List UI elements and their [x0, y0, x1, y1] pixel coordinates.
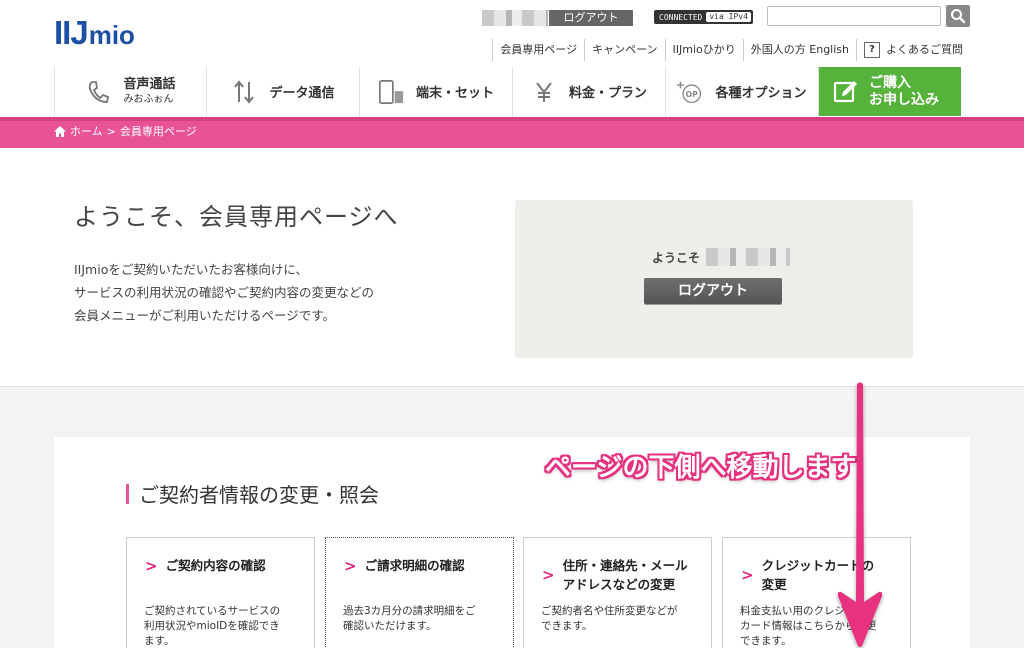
card-desc-line: できます。 — [541, 620, 593, 632]
connected-label: CONNECTED — [659, 12, 703, 22]
masked-user-name — [706, 248, 791, 266]
search-input[interactable] — [767, 6, 941, 26]
chevron-right-icon: > — [344, 556, 357, 575]
card-billing-details[interactable]: > ご請求明細の確認 過去3カ月分の請求明細をご 確認いただけます。 — [325, 537, 514, 648]
masked-username — [482, 10, 548, 26]
utility-links: 会員専用ページ キャンペーン IIJmioひかり 外国人の方 English ?… — [492, 38, 970, 62]
device-icon — [378, 78, 404, 106]
ipv4-connected-badge: CONNECTED via IPv4 — [654, 10, 753, 24]
link-english[interactable]: 外国人の方 English — [742, 39, 856, 61]
chevron-right-icon: > — [145, 556, 158, 575]
card-desc-line: 利用状況やmioIDを確認でき — [144, 620, 280, 632]
card-title: 住所・連絡先・メール アドレスなどの変更 — [563, 556, 688, 594]
section-title: ご契約者情報の変更・照会 — [126, 479, 379, 508]
nav-device[interactable]: 端末・セット — [360, 67, 513, 116]
question-icon: ? — [864, 42, 880, 58]
nav-device-label: 端末・セット — [415, 86, 494, 101]
updown-arrows-icon — [231, 78, 257, 106]
card-description: 過去3カ月分の請求明細をご 確認いただけます。 — [343, 604, 503, 634]
section-title-text: ご契約者情報の変更・照会 — [139, 483, 379, 507]
chevron-right-icon: > — [741, 566, 754, 584]
global-nav: 音声通話 みおふぉん データ通信 端末・セット 料金・プラン OP 各種オプショ… — [54, 67, 970, 116]
nav-data[interactable]: データ通信 — [207, 67, 360, 116]
card-contract-details[interactable]: > ご契約内容の確認 ご契約されているサービスの 利用状況やmioIDを確認でき… — [126, 537, 315, 648]
nav-voice-sub: みおふぉん — [123, 93, 174, 105]
pencil-form-icon — [833, 78, 859, 106]
card-title-line: 住所・連絡先・メール — [562, 558, 688, 573]
option-icon: OP — [677, 78, 703, 106]
iijmio-logo[interactable]: IIJ mio — [54, 14, 135, 51]
link-iijmio-hikari[interactable]: IIJmioひかり — [664, 39, 743, 61]
card-title-line: アドレスなどの変更 — [562, 577, 676, 592]
nav-voice[interactable]: 音声通話 みおふぉん — [54, 67, 207, 116]
search-icon — [951, 9, 966, 24]
breadcrumb-home[interactable]: ホーム — [70, 123, 103, 139]
card-desc-line: 過去3カ月分の請求明細をご — [343, 605, 476, 617]
home-icon — [54, 125, 66, 137]
card-desc-line: ご契約されているサービスの — [144, 605, 281, 617]
via-ipv4-label: via IPv4 — [706, 12, 751, 22]
card-title: ご契約内容の確認 — [165, 558, 266, 573]
card-desc-line: ます。 — [144, 635, 175, 647]
nav-options-label: 各種オプション — [715, 86, 807, 101]
annotation-text: ページの下側へ移動します — [545, 453, 857, 483]
chevron-right-icon: > — [542, 566, 555, 584]
welcome-line-2: サービスの利用状況の確認やご契約内容の変更などの — [74, 285, 375, 300]
page-title: ようこそ、会員専用ページへ — [74, 203, 399, 231]
logo-sub: mio — [88, 20, 135, 50]
logo-main: IIJ — [54, 14, 89, 51]
welcome-description: IIJmioをご契約いただいたお客様向けに、 サービスの利用状況の確認やご契約内… — [74, 258, 374, 327]
apply-line2: お申し込み — [869, 91, 939, 108]
nav-price-label: 料金・プラン — [568, 86, 647, 101]
card-head: > 住所・連絡先・メール アドレスなどの変更 — [542, 556, 688, 594]
card-head: > ご契約内容の確認 — [145, 556, 266, 575]
link-member-page[interactable]: 会員専用ページ — [492, 39, 584, 61]
nav-voice-label: 音声通話 — [123, 76, 176, 92]
card-title: ご請求明細の確認 — [364, 558, 465, 573]
apply-line1: ご購入 — [869, 74, 911, 91]
nav-options[interactable]: OP 各種オプション — [666, 67, 819, 116]
nav-data-label: データ通信 — [269, 86, 335, 101]
section-title-accent — [126, 483, 129, 504]
breadcrumb-bar: ホーム > 会員専用ページ — [0, 117, 1024, 148]
breadcrumb-separator: > — [106, 124, 116, 138]
header-logout-button[interactable]: ログアウト — [549, 10, 633, 26]
yen-icon — [531, 78, 557, 106]
card-desc-line: ご契約者名や住所変更などが — [541, 605, 678, 617]
greeting-label: ようこそ — [652, 250, 701, 265]
greeting: ようこそ — [652, 248, 791, 266]
search-button[interactable] — [946, 5, 970, 27]
card-description: ご契約者名や住所変更などが できます。 — [541, 604, 701, 634]
down-arrow-icon — [837, 382, 883, 647]
link-faq[interactable]: ? よくあるご質問 — [856, 39, 970, 61]
phone-icon — [85, 78, 111, 106]
card-head: > ご請求明細の確認 — [344, 556, 465, 575]
link-faq-label: よくあるご質問 — [886, 43, 963, 56]
welcome-line-3: 会員メニューがご利用いただけるページです。 — [74, 308, 336, 323]
op-badge-text: OP — [686, 89, 699, 98]
welcome-line-1: IIJmioをご契約いただいたお客様向けに、 — [74, 262, 308, 277]
link-campaign[interactable]: キャンペーン — [584, 39, 664, 61]
login-status-box: ようこそ ログアウト — [515, 200, 913, 358]
card-description: ご契約されているサービスの 利用状況やmioIDを確認でき ます。 — [144, 604, 304, 648]
nav-price[interactable]: 料金・プラン — [513, 67, 666, 116]
card-address-change[interactable]: > 住所・連絡先・メール アドレスなどの変更 ご契約者名や住所変更などが できま… — [523, 537, 712, 648]
nav-apply-button[interactable]: ご購入 お申し込み — [819, 67, 961, 116]
breadcrumb-current: 会員専用ページ — [119, 125, 197, 138]
breadcrumb: ホーム > 会員専用ページ — [54, 123, 197, 139]
card-desc-line: 確認いただけます。 — [343, 620, 437, 632]
logout-button[interactable]: ログアウト — [644, 278, 782, 304]
